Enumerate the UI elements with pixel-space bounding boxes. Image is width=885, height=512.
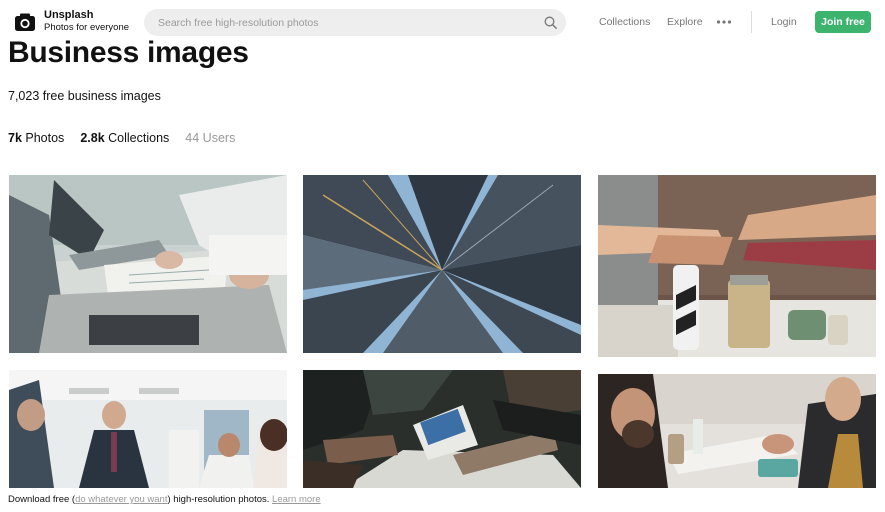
team-fist-bump-image <box>598 175 876 357</box>
footer-prefix: Download free ( <box>8 494 76 505</box>
photo-hands-laptop[interactable] <box>303 370 581 488</box>
login-link[interactable]: Login <box>771 16 797 28</box>
nav-explore-link[interactable]: Explore <box>667 16 703 28</box>
tab-users[interactable]: 44 Users <box>185 131 235 145</box>
unsplash-logo[interactable]: Unsplash Photos for everyone <box>14 10 129 33</box>
logo-tagline: Photos for everyone <box>44 22 130 33</box>
hands-laptop-image <box>303 370 581 488</box>
license-link[interactable]: do whatever you want <box>75 494 167 505</box>
result-tabs: 7k Photos 2.8k Collections 44 Users <box>8 131 251 145</box>
photo-office-team[interactable] <box>9 370 287 488</box>
tab-photos-count: 7k <box>8 131 22 145</box>
join-free-button[interactable]: Join free <box>815 11 871 33</box>
more-options-icon[interactable] <box>716 19 732 25</box>
logo-name: Unsplash <box>44 9 94 21</box>
handshake-cafe-image <box>598 374 876 488</box>
tab-photos[interactable]: 7k Photos <box>8 131 64 145</box>
tab-users-count: 44 <box>185 131 200 145</box>
nav-divider <box>751 11 752 33</box>
search-input[interactable] <box>158 16 538 29</box>
office-team-image <box>9 370 287 488</box>
photo-skyscrapers[interactable] <box>303 175 581 353</box>
tab-collections-label: Collections <box>108 131 170 145</box>
camera-icon <box>15 13 35 31</box>
page-title: Business images <box>8 36 249 69</box>
learn-more-link[interactable]: Learn more <box>272 494 321 505</box>
tab-collections[interactable]: 2.8k Collections <box>80 131 169 145</box>
tab-photos-label: Photos <box>25 131 65 145</box>
search-bar <box>144 9 566 36</box>
photo-handshake-cafe[interactable] <box>598 374 876 488</box>
tab-collections-count: 2.8k <box>80 131 105 145</box>
photo-team-fist-bump[interactable] <box>598 175 876 357</box>
footer-middle: ) high-resolution photos. <box>167 494 273 505</box>
tab-users-label: Users <box>202 131 236 145</box>
skyscrapers-image <box>303 175 581 353</box>
image-count-subtitle: 7,023 free business images <box>8 89 161 103</box>
search-icon[interactable] <box>544 16 557 29</box>
nav-collections-link[interactable]: Collections <box>599 16 650 28</box>
footer-text: Download free (do whatever you want) hig… <box>8 494 321 505</box>
laptop-meeting-image <box>9 175 287 353</box>
photo-laptop-meeting[interactable] <box>9 175 287 353</box>
